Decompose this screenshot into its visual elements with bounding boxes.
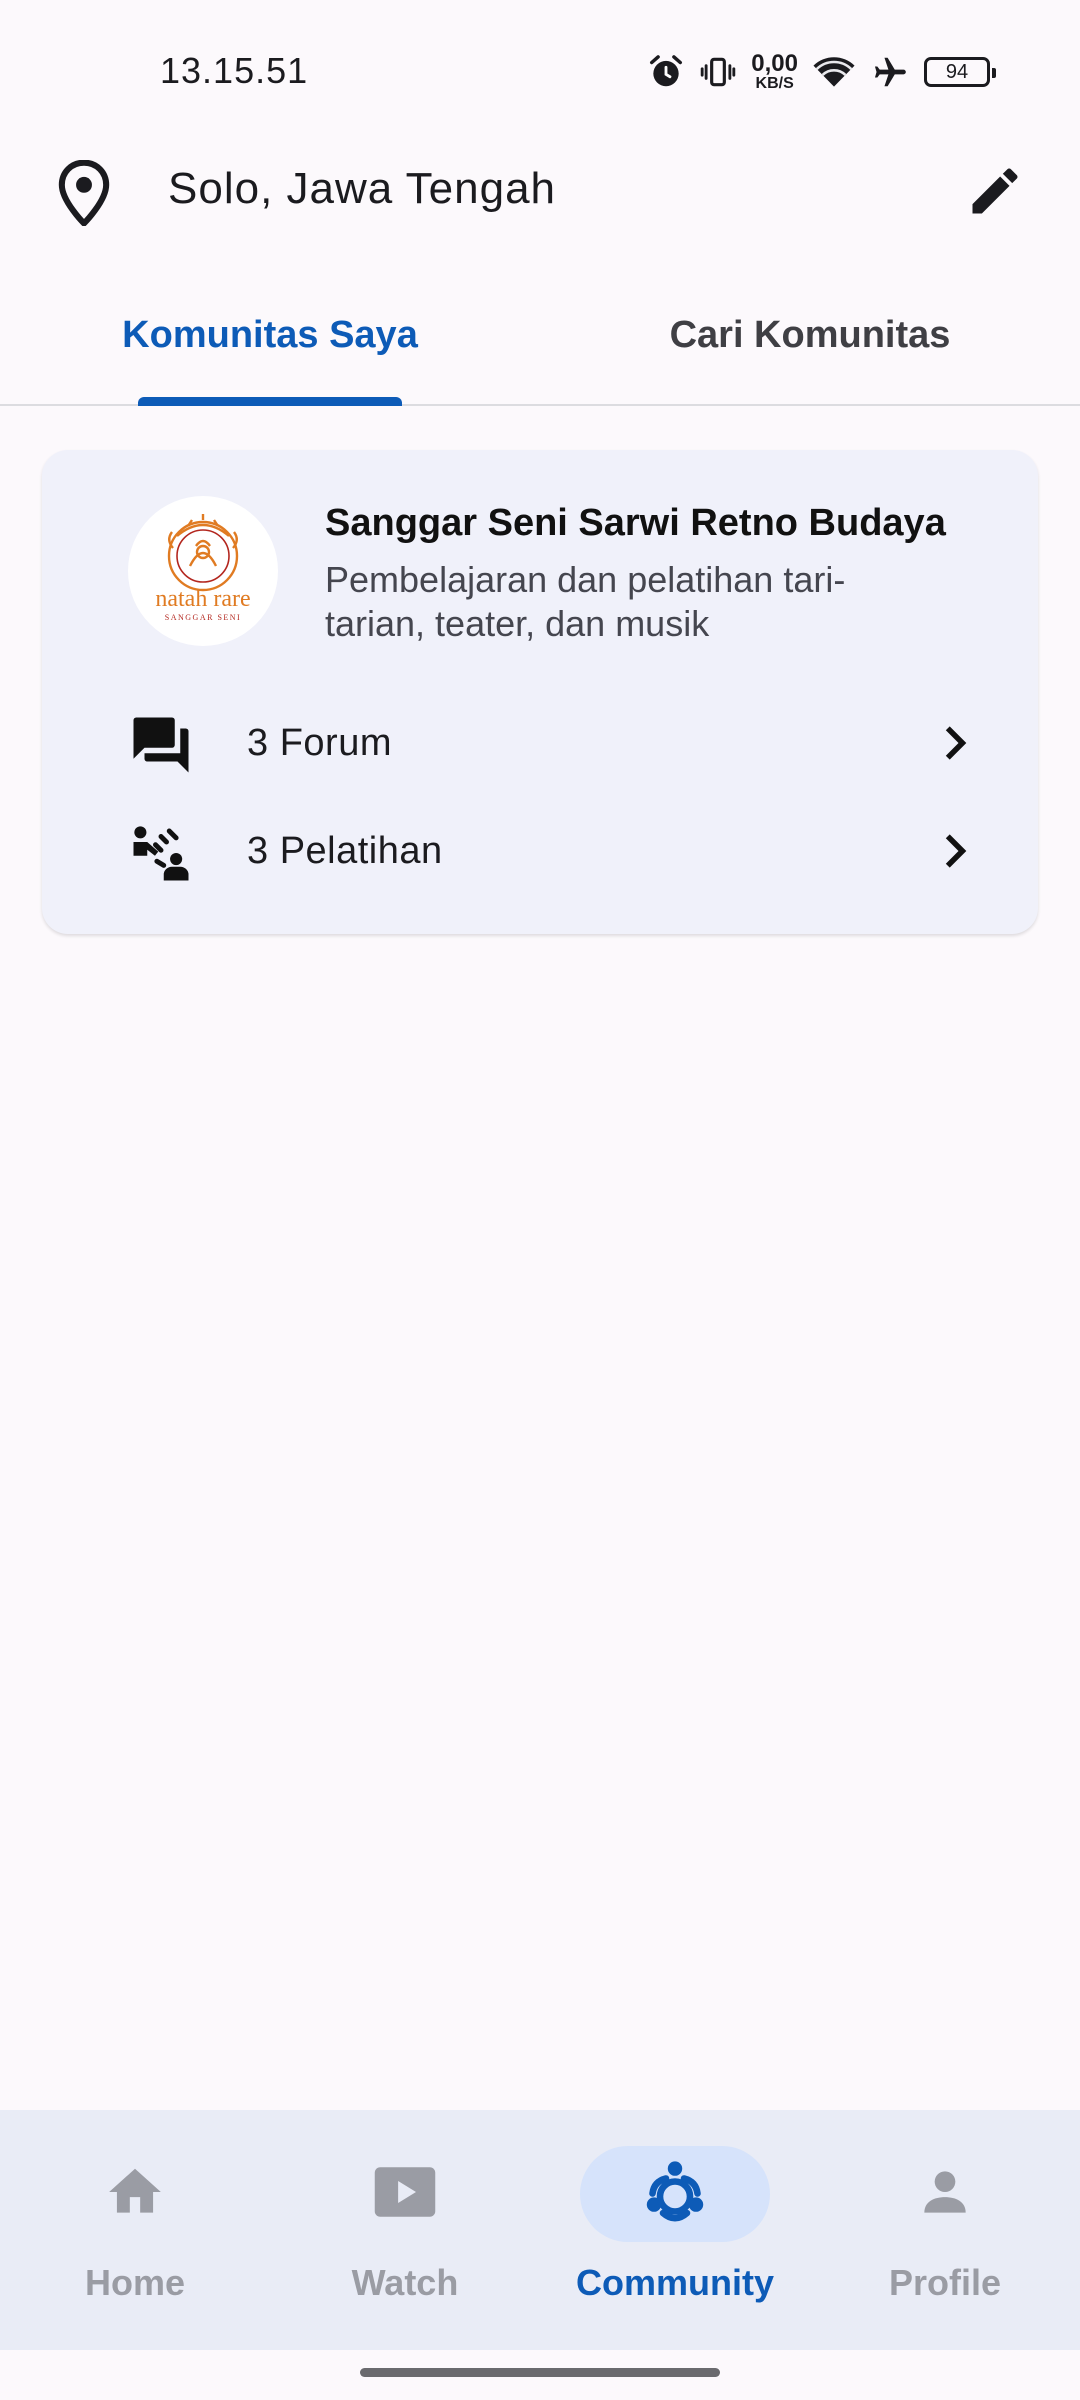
training-icon xyxy=(128,820,194,891)
active-tab-indicator xyxy=(138,397,402,406)
nav-profile[interactable]: Profile xyxy=(810,2146,1080,2316)
community-logo: natah rare SANGGAR SENI xyxy=(128,496,278,646)
community-description: Pembelajaran dan pelatihan tari-tarian, … xyxy=(325,559,846,644)
nav-label: Community xyxy=(576,2262,774,2303)
bottom-navigation: Home Watch Community Profile xyxy=(0,2110,1080,2350)
community-icon xyxy=(639,2156,711,2233)
chevron-right-icon xyxy=(932,826,976,881)
gesture-home-indicator[interactable] xyxy=(360,2368,720,2377)
pelatihan-row[interactable]: 3 Pelatihan xyxy=(42,808,1038,898)
vibrate-icon xyxy=(699,53,737,91)
battery-icon: 94 xyxy=(924,57,996,87)
pencil-icon xyxy=(965,161,1025,226)
nav-label: Profile xyxy=(888,2262,1002,2303)
location-pin-icon xyxy=(56,159,112,231)
chevron-right-icon xyxy=(932,718,976,773)
nav-community[interactable]: Community xyxy=(540,2146,810,2316)
tab-komunitas-saya[interactable]: Komunitas Saya xyxy=(70,314,470,406)
tab-label: Cari Komunitas xyxy=(669,314,951,356)
play-icon xyxy=(372,2161,438,2228)
forum-count: 3 Forum xyxy=(247,722,392,764)
home-icon xyxy=(104,2161,166,2228)
wifi-icon xyxy=(812,53,856,91)
forum-icon xyxy=(128,712,194,783)
status-time: 13.15.51 xyxy=(160,50,309,91)
forum-row[interactable]: 3 Forum xyxy=(42,700,1038,790)
edit-location-button[interactable] xyxy=(960,158,1030,228)
location-text[interactable]: Solo, Jawa Tengah xyxy=(168,164,556,214)
nav-watch[interactable]: Watch xyxy=(270,2146,540,2316)
tab-bar: Komunitas Saya Cari Komunitas xyxy=(0,290,1080,406)
location-header: Solo, Jawa Tengah xyxy=(0,140,1080,240)
airplane-icon xyxy=(870,53,910,91)
net-speed: 0,00 KB/S xyxy=(751,52,798,92)
nav-label: Watch xyxy=(351,2262,459,2303)
alarm-icon xyxy=(647,53,685,91)
status-icons: 0,00 KB/S 94 xyxy=(647,50,996,94)
pelatihan-count: 3 Pelatihan xyxy=(247,830,443,872)
community-title: Sanggar Seni Sarwi Retno Budaya xyxy=(325,502,946,544)
logo-text: natah rare xyxy=(155,586,250,612)
active-nav-pill xyxy=(580,2146,770,2242)
nav-label: Home xyxy=(84,2262,186,2303)
tab-cari-komunitas[interactable]: Cari Komunitas xyxy=(610,314,1010,406)
net-speed-unit: KB/S xyxy=(755,75,794,92)
person-icon xyxy=(914,2161,976,2228)
logo-subtext: SANGGAR SENI xyxy=(165,613,241,622)
tab-label: Komunitas Saya xyxy=(122,314,418,356)
nav-home[interactable]: Home xyxy=(0,2146,270,2316)
status-bar: 13.15.51 0,00 KB/S 94 xyxy=(0,0,1080,140)
community-card[interactable]: natah rare SANGGAR SENI Sanggar Seni Sar… xyxy=(42,450,1038,934)
net-speed-value: 0,00 xyxy=(751,50,798,77)
